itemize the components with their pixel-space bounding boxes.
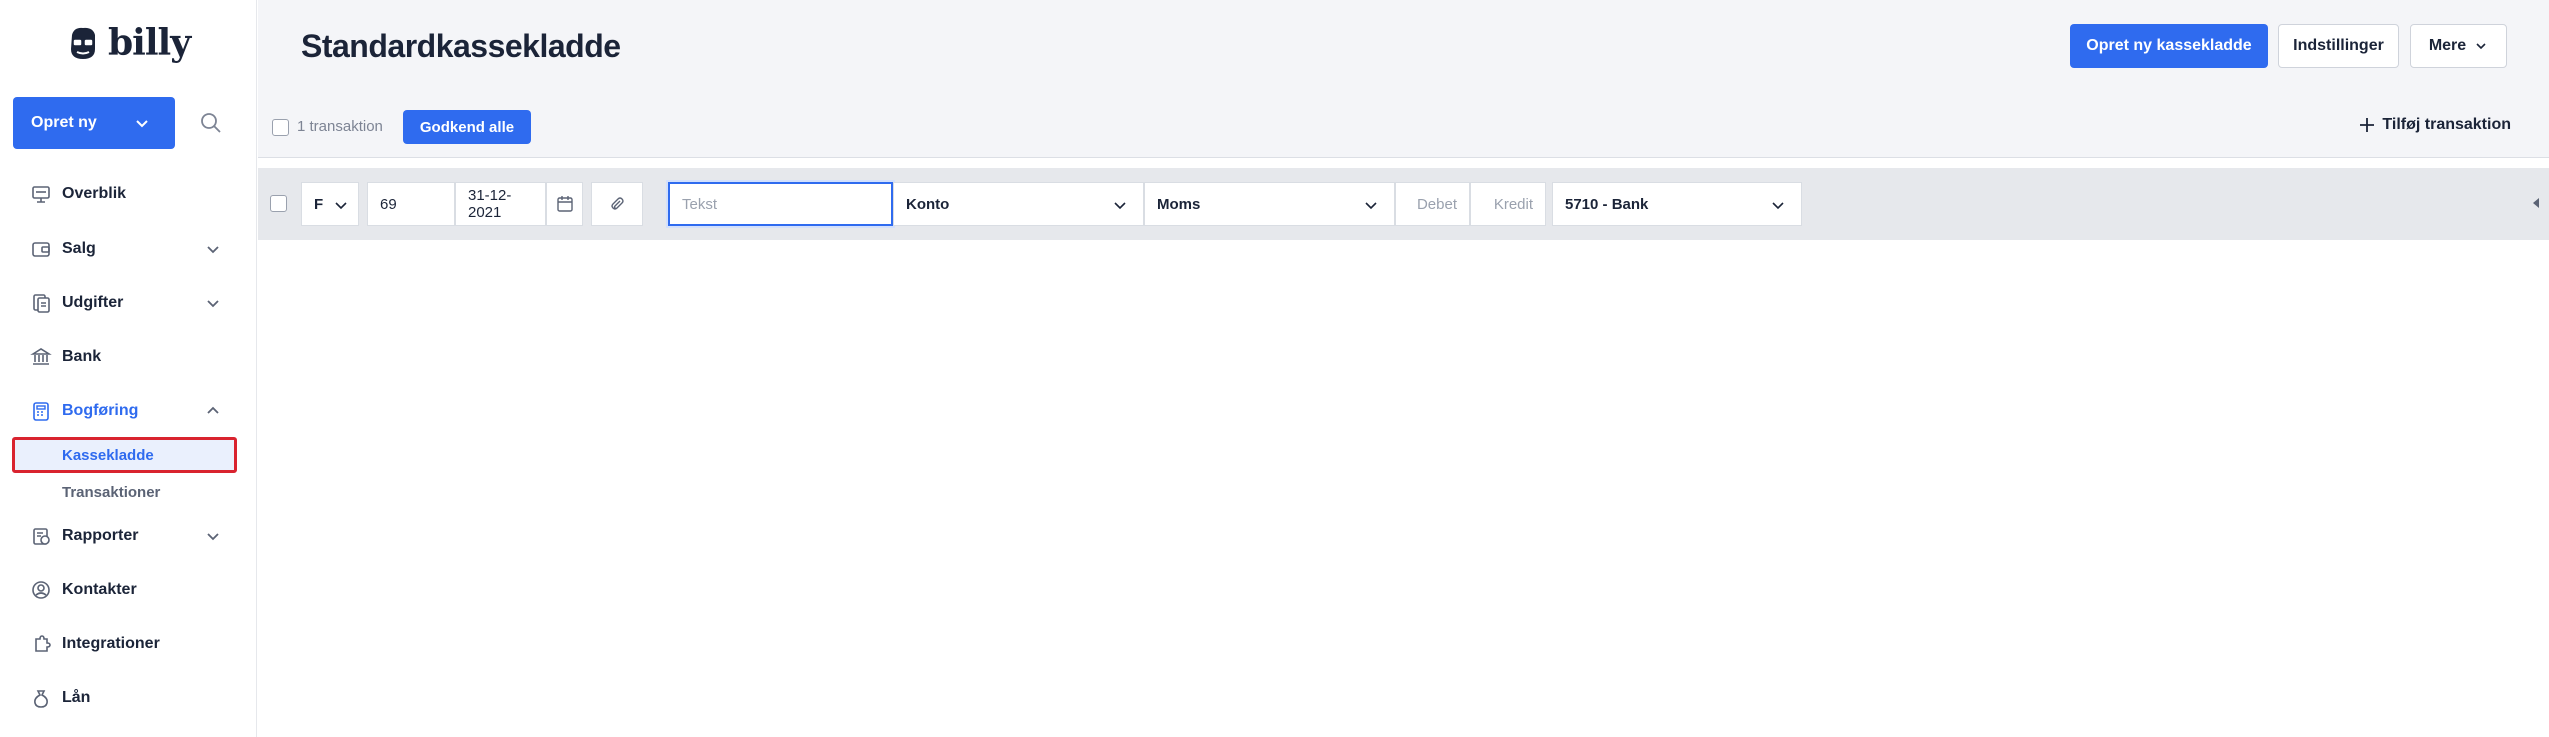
counter-account-value: 5710 - Bank: [1565, 195, 1649, 213]
sidebar-item-salg[interactable]: Salg: [0, 229, 257, 269]
date-picker[interactable]: [546, 182, 583, 226]
chevron-down-icon: [335, 202, 347, 210]
debit-field[interactable]: Debet: [1395, 182, 1470, 226]
scroll-left-icon[interactable]: [2531, 196, 2541, 210]
sidebar-item-kontakter[interactable]: Kontakter: [0, 570, 257, 610]
contacts-icon: [32, 581, 50, 599]
settings-button[interactable]: Indstillinger: [2278, 24, 2399, 68]
sidebar-item-udgifter[interactable]: Udgifter: [0, 283, 257, 323]
calendar-icon: [557, 196, 573, 212]
transaction-count: 1 transaktion: [297, 118, 383, 135]
sidebar-item-label: Udgifter: [62, 294, 124, 311]
paperclip-icon: [611, 197, 624, 210]
main-area: Standardkassekladde Opret ny kassekladde…: [258, 0, 2549, 737]
chevron-down-icon: [136, 120, 148, 128]
account-placeholder: Konto: [906, 195, 950, 213]
sidebar-item-label: Bank: [62, 348, 102, 365]
more-label: Mere: [2428, 37, 2467, 54]
expenses-icon: [33, 294, 50, 313]
type-select[interactable]: F: [301, 182, 359, 226]
debit-placeholder: Debet: [1416, 195, 1457, 213]
chevron-down-icon: [2476, 43, 2486, 50]
sidebar-item-label: Overblik: [62, 185, 127, 202]
page-header: Standardkassekladde Opret ny kassekladde…: [258, 0, 2549, 158]
sidebar-item-bank[interactable]: Bank: [0, 337, 257, 377]
account-select[interactable]: Konto: [893, 182, 1144, 226]
chevron-down-icon: [207, 300, 219, 308]
new-journal-button[interactable]: Opret ny kassekladde: [2070, 24, 2268, 68]
chevron-up-icon: [207, 406, 219, 414]
credit-field[interactable]: Kredit: [1470, 182, 1546, 226]
sidebar-subitem-kassekladde[interactable]: Kassekladde: [12, 437, 237, 473]
text-placeholder: Tekst: [682, 195, 718, 213]
sidebar-subitem-label: Transaktioner: [62, 483, 161, 501]
sidebar-item-label: Rapporter: [62, 527, 139, 544]
text-input[interactable]: Tekst: [668, 182, 893, 226]
sidebar-item-label: Lån: [62, 689, 91, 706]
row-checkbox[interactable]: [270, 195, 287, 212]
page-title: Standardkassekladde: [301, 28, 621, 64]
type-value: F: [314, 195, 324, 213]
plus-icon: [2360, 118, 2375, 132]
vat-placeholder: Moms: [1157, 195, 1201, 213]
sidebar-item-integrationer[interactable]: Integrationer: [0, 624, 257, 664]
counter-account-select[interactable]: 5710 - Bank: [1552, 182, 1802, 226]
logo-text: billy: [108, 22, 191, 64]
search-icon[interactable]: [196, 108, 226, 138]
billy-face-icon: [71, 27, 95, 59]
sidebar-item-rapporter[interactable]: Rapporter: [0, 516, 257, 556]
sidebar-item-laan[interactable]: Lån: [0, 678, 257, 718]
date-field[interactable]: 31-12-2021: [455, 182, 546, 226]
select-all-checkbox[interactable]: [272, 119, 289, 136]
create-new-label: Opret ny: [31, 114, 97, 131]
sales-icon: [32, 242, 50, 257]
create-new-button[interactable]: Opret ny: [13, 97, 175, 149]
calculator-icon: [33, 402, 49, 421]
sidebar-subitem-label: Kassekladde: [62, 446, 154, 464]
sidebar-item-label: Salg: [62, 240, 96, 257]
approve-all-button[interactable]: Godkend alle: [403, 110, 531, 144]
reports-icon: [33, 528, 50, 545]
sidebar-item-label: Kontakter: [62, 581, 137, 598]
sidebar-item-label: Bogføring: [62, 402, 139, 419]
integrations-icon: [35, 635, 51, 652]
sidebar-subitem-transaktioner[interactable]: Transaktioner: [12, 474, 237, 510]
loan-icon: [34, 690, 48, 708]
chevron-down-icon: [1772, 202, 1784, 210]
chevron-down-icon: [1365, 202, 1377, 210]
chevron-down-icon: [1114, 202, 1126, 210]
bank-icon: [30, 348, 52, 365]
add-transaction-button[interactable]: Tilføj transaktion: [2358, 116, 2511, 134]
sidebar-item-overblik[interactable]: Overblik: [0, 174, 257, 214]
number-field[interactable]: 69: [367, 182, 455, 226]
credit-placeholder: Kredit: [1493, 195, 1533, 213]
attachment-button[interactable]: [591, 182, 643, 226]
add-transaction-label: Tilføj transaktion: [2382, 116, 2511, 133]
chevron-down-icon: [207, 246, 219, 254]
dashboard-icon: [32, 186, 50, 203]
more-button[interactable]: Mere: [2410, 24, 2507, 68]
vat-select[interactable]: Moms: [1144, 182, 1395, 226]
number-value: 69: [380, 195, 397, 213]
date-value: 31-12-2021: [468, 187, 512, 221]
sidebar-item-bogfoering[interactable]: Bogføring: [0, 391, 257, 431]
sidebar-item-label: Integrationer: [62, 635, 160, 652]
chevron-down-icon: [207, 533, 219, 541]
logo[interactable]: billy: [66, 22, 191, 64]
sidebar: billy Opret ny Overblik Salg Udgifter Ba…: [0, 0, 257, 737]
